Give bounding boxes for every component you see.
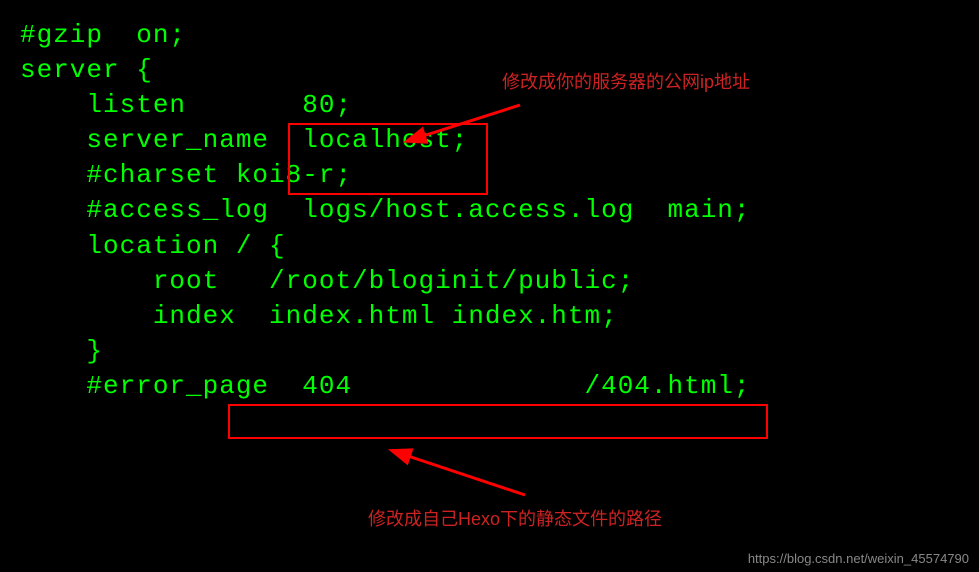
code-line-access-log: #access_log logs/host.access.log main; [20,193,959,228]
code-line-location: location / { [20,229,959,264]
code-line-error-page: #error_page 404 /404.html; [20,369,959,404]
code-line-close-brace: } [20,334,959,369]
annotation-server-ip: 修改成你的服务器的公网ip地址 [502,68,750,94]
code-line-server-name: server_name localhost; [20,123,959,158]
code-line-charset: #charset koi8-r; [20,158,959,193]
code-line-listen: listen 80; [20,88,959,123]
code-line-gzip: #gzip on; [20,18,959,53]
code-line-index: index index.html index.htm; [20,299,959,334]
annotation-hexo-path: 修改成自己Hexo下的静态文件的路径 [368,505,662,531]
code-line-root: root /root/bloginit/public; [20,264,959,299]
code-line-server: server { [20,53,959,88]
highlight-box-root-path [228,404,768,439]
arrow-bottom-icon [385,445,545,505]
watermark-text: https://blog.csdn.net/weixin_45574790 [748,551,969,566]
